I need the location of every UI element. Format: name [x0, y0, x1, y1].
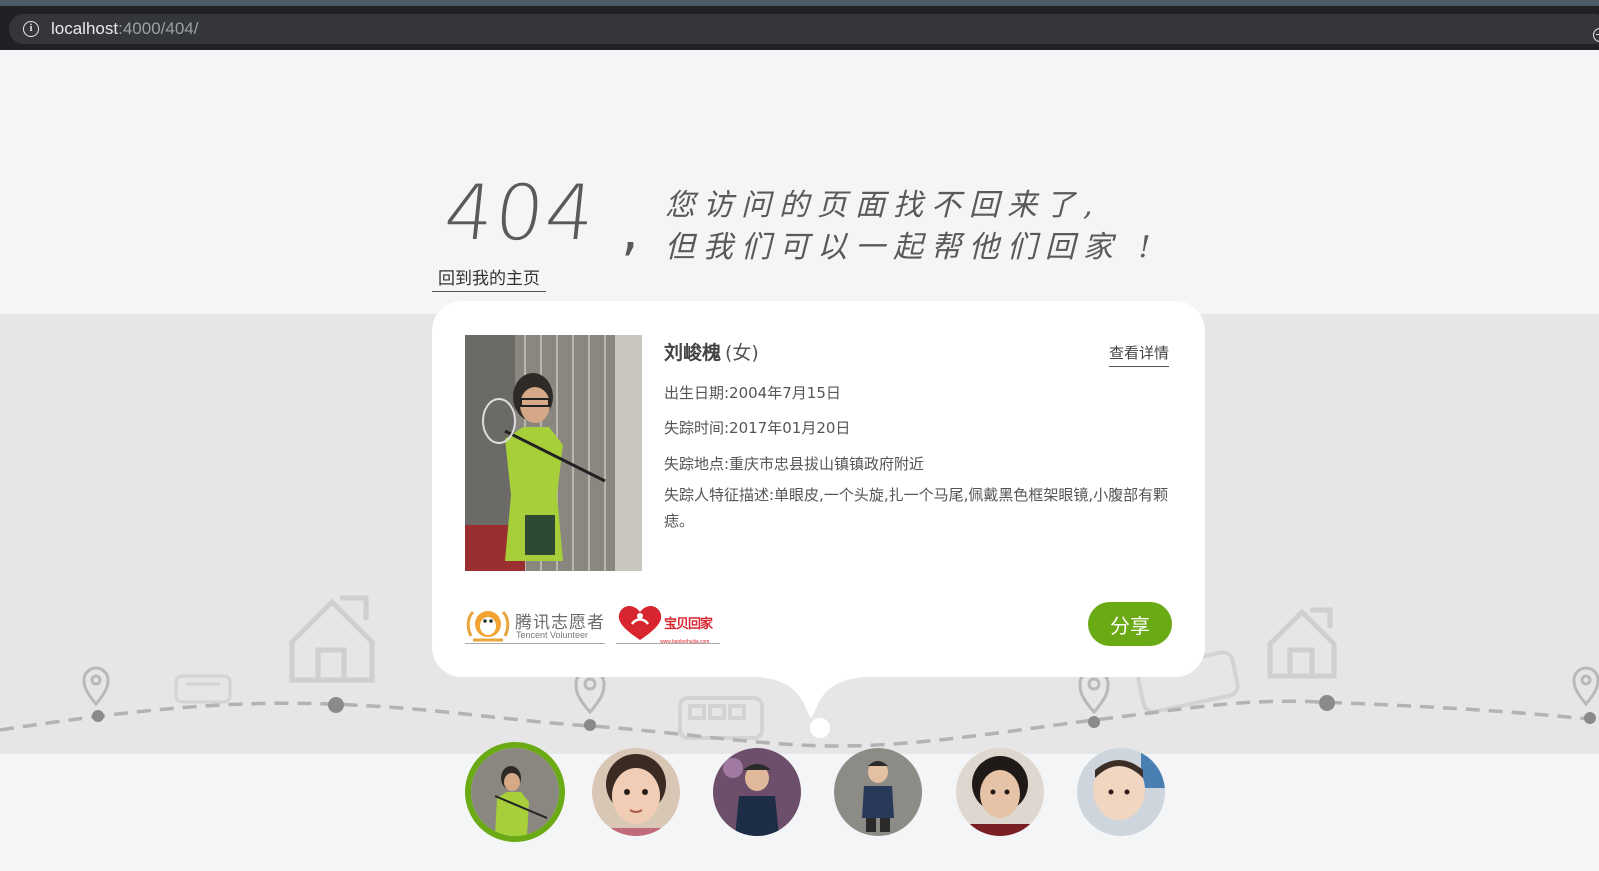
missing-person-card: 刘峻槐 (女) 查看详情 出生日期:2004年7月15日 失踪时间:2017年01… — [432, 301, 1205, 677]
location-pin-icon — [1572, 666, 1599, 707]
missing-time: 失踪时间:2017年01月20日 — [664, 419, 851, 437]
avatar-photo — [471, 748, 559, 836]
avatar-5[interactable] — [956, 748, 1044, 836]
site-info-icon[interactable]: i — [23, 21, 39, 37]
person-photo-image — [465, 335, 642, 571]
person-name-row: 刘峻槐 (女) — [664, 338, 759, 365]
baobei-logo-url: www.baobeihuijia.com — [660, 639, 710, 645]
house-icon — [1267, 607, 1337, 679]
laurel-penguin-icon — [466, 610, 510, 642]
avatar-photo — [1077, 748, 1165, 836]
house-icon — [289, 595, 375, 683]
baobei-logo-text: 宝贝回家 — [664, 617, 713, 632]
avatar-3[interactable] — [713, 748, 801, 836]
share-button[interactable]: 分享 — [1088, 602, 1172, 646]
tencent-volunteer-logo[interactable]: 腾讯志愿者 Tencent Volunteer — [465, 606, 605, 644]
person-name: 刘峻槐 — [664, 342, 722, 364]
tencent-logo-subtext: Tencent Volunteer — [516, 630, 589, 640]
avatar-photo — [713, 748, 801, 836]
avatar-2[interactable] — [592, 748, 680, 836]
headline-line-2: 但我们可以一起帮他们回家 ! — [665, 230, 1159, 265]
avatar-photo — [592, 748, 680, 836]
avatar-6[interactable] — [1077, 748, 1165, 836]
heart-logo-icon — [618, 606, 662, 640]
view-details-link[interactable]: 查看详情 — [1109, 342, 1170, 367]
avatar-4[interactable] — [834, 748, 922, 836]
url-text[interactable]: localhost:4000/404/ — [51, 18, 198, 40]
browser-toolbar: i localhost:4000/404/ — [0, 6, 1599, 50]
avatar-1[interactable] — [465, 742, 565, 842]
error-code: 404 — [440, 168, 601, 257]
address-bar[interactable]: i localhost:4000/404/ — [9, 14, 1599, 44]
home-link[interactable]: 回到我的主页 — [432, 264, 546, 292]
avatar-photo — [956, 748, 1044, 836]
current-position-marker — [808, 716, 832, 740]
bus-icon — [174, 674, 232, 704]
avatar-photo — [834, 748, 922, 836]
url-host: localhost — [51, 19, 119, 38]
url-path: :4000/404/ — [118, 19, 199, 38]
location-pin-icon — [82, 666, 110, 707]
error-headline: 404 , 您访问的页面找不回来了, 但我们可以一起帮他们回家 ! — [440, 168, 1225, 268]
headline-comma: , — [621, 198, 639, 263]
baobei-huijia-logo[interactable]: 宝贝回家 www.baobeihuijia.com — [616, 604, 720, 645]
person-photo — [465, 335, 642, 571]
zoom-out-icon[interactable] — [1593, 28, 1599, 42]
headline-line-1: 您访问的页面找不回来了, — [665, 188, 1101, 223]
birth-date: 出生日期:2004年7月15日 — [664, 384, 841, 402]
person-gender: (女) — [725, 342, 759, 364]
feature-description: 失踪人特征描述:单眼皮,一个头旋,扎一个马尾,佩戴黑色框架眼镜,小腹部有颗痣。 — [664, 486, 1169, 530]
missing-place: 失踪地点:重庆市忠县拔山镇镇政府附近 — [664, 455, 925, 473]
